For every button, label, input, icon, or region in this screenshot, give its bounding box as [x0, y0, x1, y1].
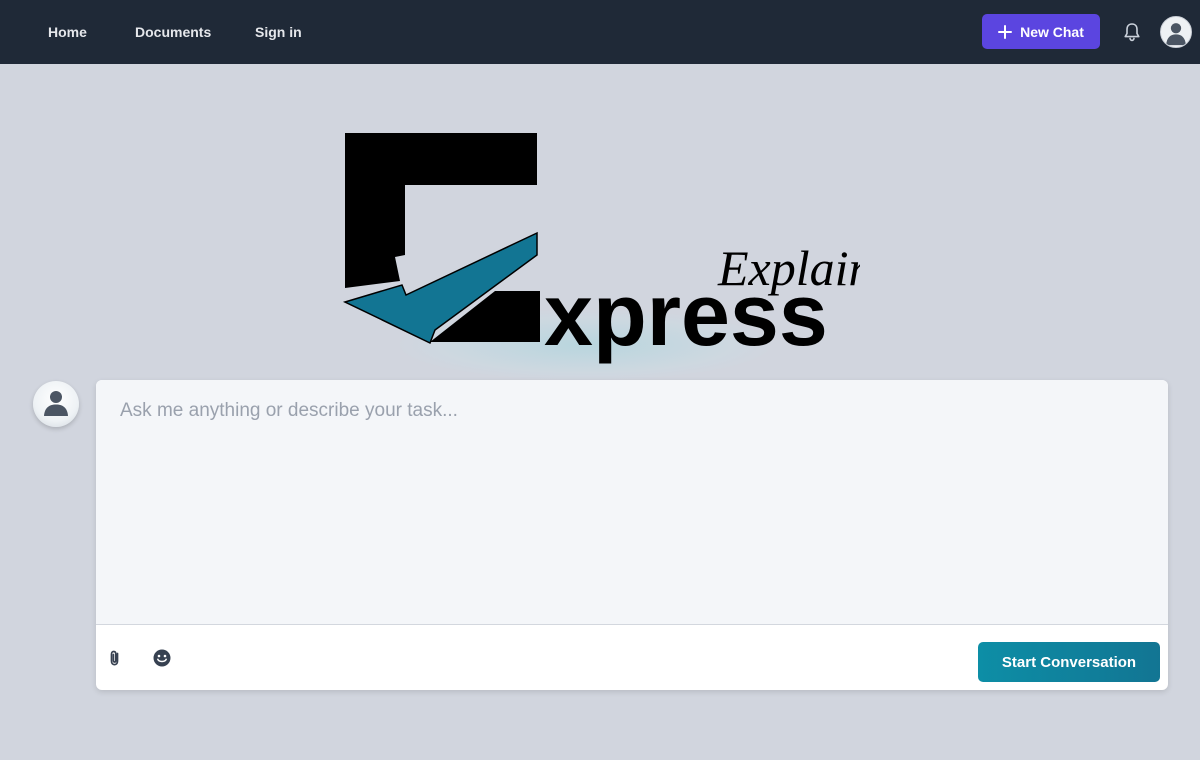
assistant-avatar	[33, 381, 79, 427]
bell-icon[interactable]	[1121, 21, 1143, 43]
plus-icon	[998, 24, 1013, 39]
user-avatar[interactable]	[1160, 16, 1192, 48]
top-navbar: Home Documents Sign in New Chat	[0, 0, 1200, 64]
chat-composer: Start Conversation	[96, 380, 1168, 690]
start-conversation-button[interactable]: Start Conversation	[978, 642, 1160, 682]
emoji-icon[interactable]	[152, 648, 172, 668]
nav-documents-link[interactable]: Documents	[135, 0, 211, 64]
user-avatar-icon	[1166, 23, 1186, 46]
new-chat-label: New Chat	[1020, 23, 1084, 40]
logo-brand-script: Explain	[717, 240, 860, 296]
assistant-avatar-icon	[44, 391, 68, 416]
express-logo: xpress Explain	[342, 133, 860, 364]
nav-home-link[interactable]: Home	[48, 0, 87, 64]
message-input[interactable]	[96, 380, 1168, 625]
paperclip-icon[interactable]	[105, 648, 125, 668]
nav-sign-in-link[interactable]: Sign in	[255, 0, 302, 64]
new-chat-button[interactable]: New Chat	[982, 14, 1100, 49]
